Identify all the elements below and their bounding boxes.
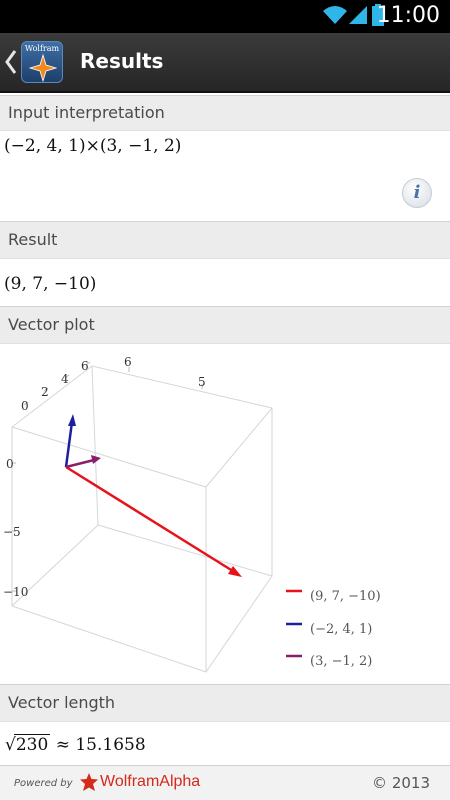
legend-label-purple: (3, −1, 2) [310,654,372,669]
wolframalpha-star-icon [80,773,98,791]
vector-blue [64,414,76,468]
vector-plot-title: Vector plot [8,315,95,334]
action-bar: Wolfram Results [0,33,450,93]
page-title: Results [80,49,164,73]
axis1-tick-6: 6 [81,359,89,373]
signal-icon [349,6,367,24]
info-icon[interactable]: i [402,178,432,208]
result-title: Result [8,230,58,249]
vertical-tick-neg5: −5 [3,525,21,539]
result-header: Result [0,221,450,259]
vector-plot: 0 2 4 6 6 5 0 −5 −10 (9, 7, −10) (−2, 4,… [3,355,381,673]
input-interpretation-header: Input interpretation [0,95,450,131]
vertical-tick-neg10: −10 [3,585,28,599]
vector-length-title: Vector length [8,693,116,712]
app-logo-text: Wolfram [24,44,60,53]
status-time: 11:00 [376,3,440,28]
vector-plot-header: Vector plot [0,306,450,344]
footer: Powered by WolframAlpha © 2013 [0,765,450,800]
plot-box [11,365,273,673]
axis1-tick-0: 0 [21,399,29,413]
vector-length-radicand: 230 [13,734,51,755]
wolfram-star-icon [29,54,57,82]
powered-by-label: Powered by [14,778,73,789]
axis2-tick-5: 5 [198,375,206,389]
back-chevron-icon[interactable] [4,48,18,76]
legend-label-blue: (−2, 4, 1) [310,622,372,637]
vertical-tick-0: 0 [6,457,14,471]
app-logo[interactable]: Wolfram [21,41,63,83]
legend-label-red: (9, 7, −10) [310,589,381,604]
plot-legend: (9, 7, −10) (−2, 4, 1) (3, −1, 2) [286,589,381,669]
vector-length-approx: ≈ 15.1658 [55,735,146,755]
input-interpretation-title: Input interpretation [8,103,165,122]
wifi-icon [323,6,347,24]
axis1-tick-6b: 6 [124,355,132,369]
wolframalpha-brand[interactable]: WolframAlpha [100,773,200,791]
copyright: © 2013 [372,774,430,792]
axis1-tick-4: 4 [61,372,69,386]
vector-red [65,465,242,577]
vector-length-header: Vector length [0,684,450,722]
result-value: (9, 7, −10) [4,274,97,294]
axis1-tick-2: 2 [41,385,49,399]
input-expression: (−2, 4, 1)×(3, −1, 2) [4,136,182,156]
status-bar: 11:00 [0,0,450,33]
vector-length-value: √230 ≈ 15.1658 [5,734,146,755]
